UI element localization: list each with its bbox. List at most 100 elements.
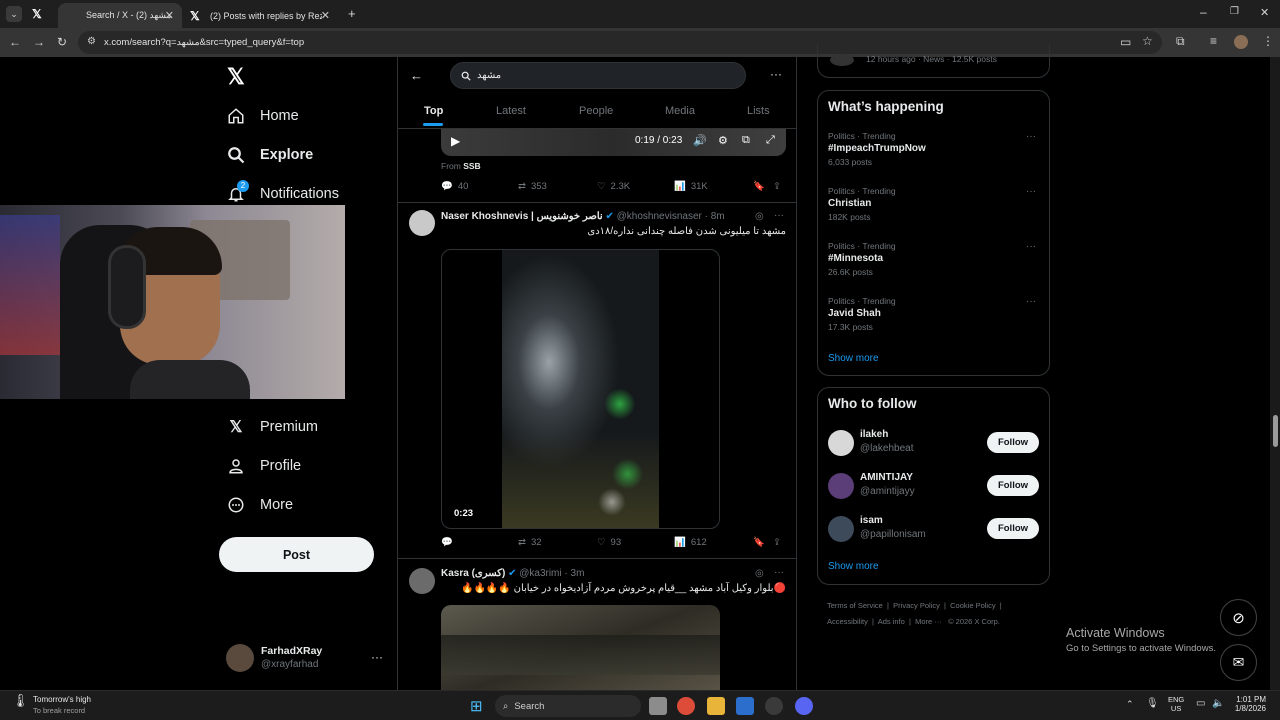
nav-more[interactable]: More [226, 495, 293, 515]
like-action[interactable]: ♡ 93 [597, 537, 621, 548]
grok-icon[interactable]: ◎ [755, 568, 764, 579]
grok-float-icon[interactable]: ⊘ [1220, 599, 1257, 636]
follow-show-more-link[interactable]: Show more [828, 561, 879, 572]
tweet-author-handle[interactable]: @ka3rimi [519, 568, 561, 579]
like-action[interactable]: ♡ 2.3K [597, 181, 630, 192]
follow-button[interactable]: Follow [987, 475, 1039, 496]
news-card-bottom[interactable]: 12 hours ago · News · 12.5K posts [817, 44, 1050, 78]
search-input[interactable]: مشهد [450, 62, 746, 89]
site-info-icon[interactable]: ⚙ [87, 36, 96, 47]
cast-icon[interactable]: ▭ [1120, 35, 1131, 49]
search-more-icon[interactable]: ··· [770, 67, 782, 81]
menu-kebab-icon[interactable]: ⋮ [1262, 34, 1274, 48]
tab-lists[interactable]: Lists [747, 105, 770, 117]
trend-item[interactable]: Politics · Trending #Minnesota 26.6K pos… [828, 241, 1041, 283]
volume-icon[interactable]: 🔈 [1212, 698, 1224, 709]
tweet-more-icon[interactable]: ··· [774, 567, 784, 578]
reload-icon[interactable]: ↻ [57, 35, 67, 49]
file-explorer-icon[interactable] [707, 697, 725, 715]
weather-alert-icon[interactable]: 🌡 [12, 693, 29, 709]
tray-overflow-icon[interactable]: ⌃ [1126, 699, 1134, 710]
repost-action[interactable]: ⇄ 353 [518, 181, 547, 192]
chrome-icon[interactable] [677, 697, 695, 715]
share-icon[interactable]: ⇪ [773, 181, 781, 192]
close-tab-icon[interactable]: ✕ [321, 9, 330, 22]
follow-button[interactable]: Follow [987, 432, 1039, 453]
source-name[interactable]: SSB [463, 161, 480, 171]
bookmark-icon[interactable]: 🔖 [753, 537, 765, 548]
tweet-video[interactable]: 0:23 [441, 249, 720, 529]
tweet-author-name[interactable]: Naser Khoshnevis | ناصر خوشنویس [441, 211, 603, 222]
scrollbar[interactable] [1270, 57, 1280, 690]
footer-link-terms[interactable]: Terms of Service [827, 601, 883, 610]
clock[interactable]: 1:01 PM 1/8/2026 [1232, 695, 1266, 713]
scrollbar-thumb[interactable] [1273, 415, 1278, 447]
trends-show-more-link[interactable]: Show more [828, 353, 879, 364]
nav-profile[interactable]: Profile [226, 456, 301, 476]
views-action[interactable]: 📊 31K [674, 181, 708, 192]
follow-suggestion[interactable]: AMINTIJAY @amintijayy Follow [828, 471, 1041, 503]
trend-item[interactable]: Politics · Trending Christian 182K posts… [828, 186, 1041, 228]
volume-icon[interactable]: 🔊 [693, 134, 707, 147]
tweet-author-avatar[interactable] [409, 210, 435, 236]
task-view-icon[interactable] [649, 697, 667, 715]
back-arrow-icon[interactable]: ← [410, 68, 423, 83]
trend-more-icon[interactable]: ··· [1026, 186, 1036, 197]
bookmark-star-icon[interactable]: ☆ [1142, 34, 1153, 48]
tab-search-icon[interactable]: ⌄ [6, 6, 22, 22]
settings-icon[interactable]: ⚙ [718, 134, 728, 147]
browser-tab-search[interactable]: Search / X - مشهد (2) ✕ [58, 3, 182, 28]
reading-list-icon[interactable]: ≡ [1210, 34, 1217, 48]
account-more-icon[interactable]: ··· [371, 650, 383, 664]
bookmark-icon[interactable]: 🔖 [753, 181, 765, 192]
back-icon[interactable]: ← [9, 35, 21, 49]
footer-link-accessibility[interactable]: Accessibility [827, 617, 868, 626]
fullscreen-icon[interactable]: ⤢ [766, 134, 775, 147]
tab-latest[interactable]: Latest [496, 105, 526, 117]
trend-more-icon[interactable]: ··· [1026, 241, 1036, 252]
weather-subtitle[interactable]: To break record [33, 706, 85, 715]
tweet-more-icon[interactable]: ··· [774, 210, 784, 221]
microphone-icon[interactable]: 🎙 [1146, 698, 1159, 709]
tab-top[interactable]: Top [424, 105, 443, 117]
tweet-image[interactable] [441, 605, 720, 690]
taskbar-search[interactable]: ⌕ Search [495, 695, 641, 717]
trend-more-icon[interactable]: ··· [1026, 296, 1036, 307]
nav-premium[interactable]: 𝕏 Premium [226, 417, 318, 437]
footer-link-ads[interactable]: Ads info [878, 617, 905, 626]
new-tab-icon[interactable]: + [348, 6, 356, 21]
play-icon[interactable]: ▶ [451, 134, 460, 148]
x-logo-icon[interactable]: 𝕏 [227, 64, 245, 90]
close-window-icon[interactable]: ✕ [1260, 6, 1269, 19]
picture-in-picture-icon[interactable]: ⧉ [742, 134, 750, 147]
tab-people[interactable]: People [579, 105, 613, 117]
minimize-icon[interactable]: – [1200, 5, 1207, 19]
tweet-author-name[interactable]: Kasra (کسری) [441, 568, 505, 579]
discord-icon[interactable] [795, 697, 813, 715]
profile-avatar-icon[interactable] [1234, 35, 1248, 49]
tweet-author-handle[interactable]: @khoshnevisnaser [617, 211, 702, 222]
tab-media[interactable]: Media [665, 105, 695, 117]
tweet-author-avatar[interactable] [409, 568, 435, 594]
nav-explore[interactable]: Explore [226, 145, 313, 165]
windows-start-icon[interactable]: ⊞ [470, 697, 483, 715]
close-tab-icon[interactable]: ✕ [165, 9, 174, 22]
reply-action[interactable]: 💬 40 [441, 181, 468, 192]
footer-link-cookie[interactable]: Cookie Policy [950, 601, 995, 610]
repost-action[interactable]: ⇄ 32 [518, 537, 542, 548]
footer-link-privacy[interactable]: Privacy Policy [893, 601, 940, 610]
trend-more-icon[interactable]: ··· [1026, 131, 1036, 142]
follow-suggestion[interactable]: isam @papillonisam Follow [828, 514, 1041, 546]
weather-title[interactable]: Tomorrow's high [33, 695, 91, 704]
trend-item[interactable]: Politics · Trending #ImpeachTrumpNow 6,0… [828, 131, 1041, 173]
footer-link-more[interactable]: More ··· [915, 617, 942, 626]
browser-tab-posts[interactable]: 𝕏 (2) Posts with replies by Reza P... ✕ [182, 3, 338, 28]
restore-icon[interactable]: ❐ [1230, 6, 1239, 17]
follow-button[interactable]: Follow [987, 518, 1039, 539]
extensions-icon[interactable]: ⧉ [1176, 34, 1185, 49]
nav-home[interactable]: Home [226, 106, 299, 126]
nav-notifications[interactable]: 2 Notifications [226, 180, 339, 204]
share-icon[interactable]: ⇪ [773, 537, 781, 548]
forward-icon[interactable]: → [33, 35, 45, 49]
tweet-video-player[interactable]: ▶ 0:19 / 0:23 🔊 ⚙ ⧉ ⤢ [441, 129, 786, 156]
